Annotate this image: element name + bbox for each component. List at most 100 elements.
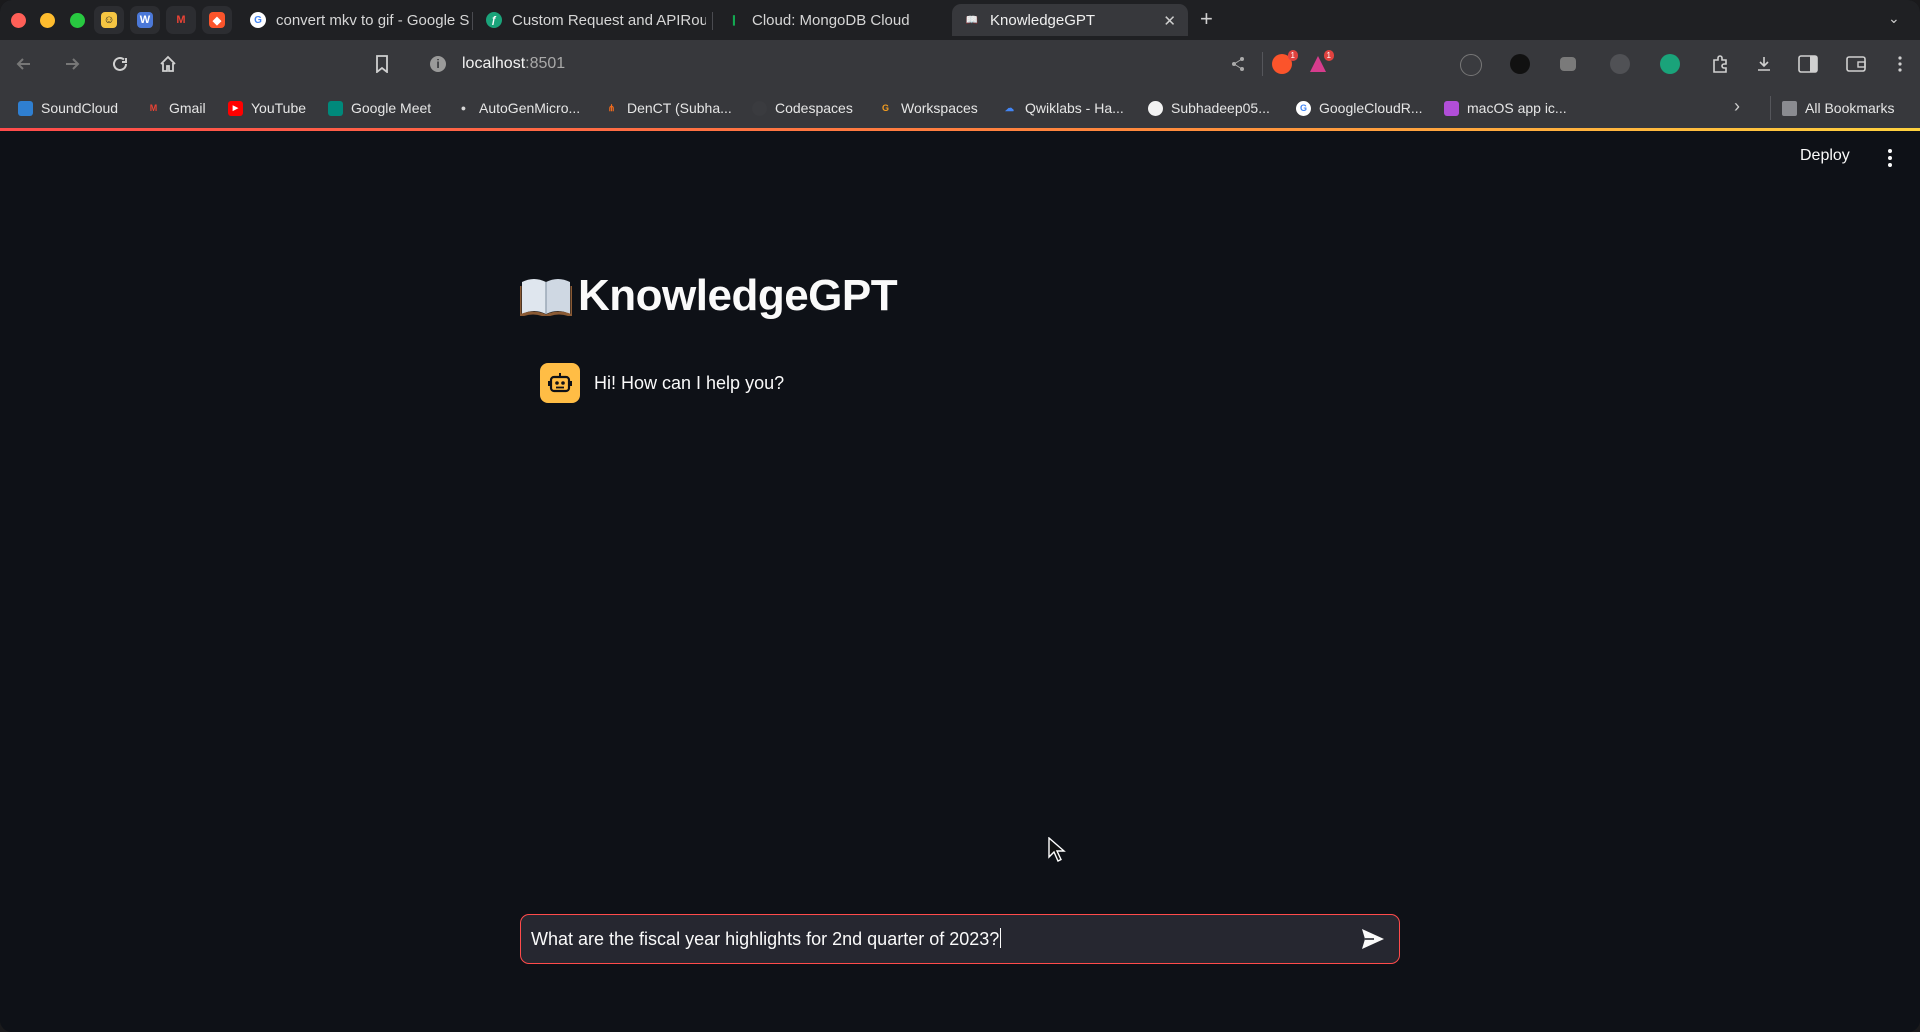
reload-button[interactable] [108,52,132,76]
home-button[interactable] [156,52,180,76]
sidebar-toggle-button[interactable] [1796,52,1820,76]
brave-shield-icon: ◆ [209,12,225,28]
all-bookmarks-button[interactable]: All Bookmarks [1782,98,1894,118]
deploy-button[interactable]: Deploy [1800,147,1850,165]
gmail-icon: M [149,103,158,113]
arrow-right-icon [66,58,80,70]
bookmark-denct[interactable]: ⋔ DenCT (Subha... [604,98,732,118]
tab-search-chevron-icon[interactable]: ⌄ [1888,10,1900,27]
api-icon: ƒ [486,12,502,28]
google-icon: G [1296,100,1311,116]
tab-google-search[interactable]: G convert mkv to gif - Google S [238,4,470,36]
bug-extension-icon[interactable] [1610,54,1630,74]
minimize-window-button[interactable] [40,13,55,28]
pinned-tab-gmail[interactable]: M [166,6,196,34]
tab-title: convert mkv to gif - Google S [276,11,470,29]
infinity-extension-icon[interactable] [1510,54,1530,74]
bookmark-icon [376,55,388,73]
codespaces-icon [752,100,767,116]
brave-rewards-icon[interactable]: 1 [1308,50,1334,74]
github-icon [1148,100,1163,116]
downloads-button[interactable] [1752,52,1776,76]
folder-icon [1782,100,1797,116]
github-icon: ● [460,103,467,113]
docs-icon: W [137,12,153,28]
arrow-left-icon [16,58,30,70]
bookmark-googlecloudrun[interactable]: G GoogleCloudR... [1296,98,1423,118]
leaf-extension-icon[interactable] [1660,54,1680,74]
puzzle-icon [1713,55,1727,73]
send-button[interactable] [1357,923,1389,955]
close-window-button[interactable] [11,13,26,28]
close-tab-icon[interactable]: ✕ [1163,12,1176,30]
gmail-icon: M [173,12,189,28]
forward-button[interactable] [60,52,84,76]
send-icon [1362,929,1384,949]
chat-input-field[interactable]: What are the fiscal year highlights for … [521,928,1357,950]
youtube-icon: ▶ [228,100,243,116]
wallet-button[interactable] [1844,52,1868,76]
download-icon [1758,57,1770,71]
workspaces-icon: G [881,103,889,113]
address-bar[interactable]: i localhost:8501 [430,51,565,77]
assistant-message-text: Hi! How can I help you? [594,372,785,393]
brave-shields-icon[interactable]: 1 [1272,50,1298,74]
google-meet-icon [328,100,343,116]
tab-separator [472,12,473,30]
browser-window: ☺ W M ◆ G convert mkv to gif - Google S … [0,0,1920,1032]
share-button[interactable] [1226,52,1250,76]
tab-title: Cloud: MongoDB Cloud [752,11,910,29]
wallet-icon [1846,56,1866,72]
bookmark-workspaces[interactable]: G Workspaces [878,98,978,118]
new-tab-button[interactable]: + [1200,6,1213,32]
chevron-right-icon[interactable]: › [1734,96,1740,117]
browser-menu-button[interactable] [1888,52,1912,76]
reload-icon [113,56,127,71]
bookmarks-bar: SoundCloud M Gmail ▶ YouTube Google Meet ●… [0,88,1920,131]
chat-input[interactable]: What are the fiscal year highlights for … [520,914,1400,964]
book-icon: 📖 [965,14,979,26]
bookmark-codespaces[interactable]: Codespaces [752,98,853,118]
mouse-cursor-icon [1048,837,1066,862]
pinned-tab-docs[interactable]: W [130,6,160,34]
bookmark-youtube[interactable]: ▶ YouTube [228,98,306,118]
site-info-icon[interactable]: i [430,56,446,72]
tab-separator [712,12,713,30]
pinned-tab-chat-ext[interactable]: ☺ [94,6,124,34]
open-book-icon [520,279,572,316]
chat-ext-icon: ☺ [101,12,117,28]
macos-icon [1444,100,1459,116]
bookmark-qwiklabs[interactable]: ☁ Qwiklabs - Ha... [1002,98,1124,118]
bookmark-macos-app-icons[interactable]: macOS app ic... [1444,98,1567,118]
assistant-chat-message: Hi! How can I help you? [540,363,784,403]
soundcloud-icon [18,100,33,116]
mongodb-icon: ❙ [729,14,739,26]
sidebar-icon [1798,55,1818,73]
bookmark-autogen[interactable]: ● AutoGenMicro... [456,98,580,118]
home-icon [160,55,176,72]
bookmark-github-subhadeep[interactable]: Subhadeep05... [1148,98,1270,118]
tab-knowledgegpt[interactable]: 📖 KnowledgeGPT ✕ [952,4,1188,36]
assistant-avatar [540,363,580,403]
bookmark-gmail[interactable]: M Gmail [146,98,206,118]
kebab-menu-icon [1898,56,1902,72]
camera-extension-icon[interactable] [1560,57,1576,71]
zoom-window-button[interactable] [70,13,85,28]
pinned-tab-brave[interactable]: ◆ [202,6,232,34]
glasses-extension-icon[interactable] [1460,54,1482,76]
toolbar-divider [1262,52,1263,76]
google-icon: G [250,12,266,28]
bookmark-google-meet[interactable]: Google Meet [328,98,431,118]
back-button[interactable] [12,52,36,76]
tab-custom-request[interactable]: ƒ Custom Request and APIRou [474,4,706,36]
tab-mongodb[interactable]: ❙ Cloud: MongoDB Cloud [714,4,946,36]
page-title: KnowledgeGPT [520,271,898,321]
main-menu-icon[interactable] [1888,149,1892,170]
tab-strip: ☺ W M ◆ G convert mkv to gif - Google S … [0,0,1920,40]
tab-title: KnowledgeGPT [990,11,1096,29]
text-caret [1000,928,1002,948]
bookmark-page-button[interactable] [370,52,394,76]
extensions-button[interactable] [1708,52,1732,76]
bookmark-soundcloud[interactable]: SoundCloud [18,98,118,118]
streamlit-app: Deploy KnowledgeGPT Hi! How can I help y… [0,131,1920,1032]
